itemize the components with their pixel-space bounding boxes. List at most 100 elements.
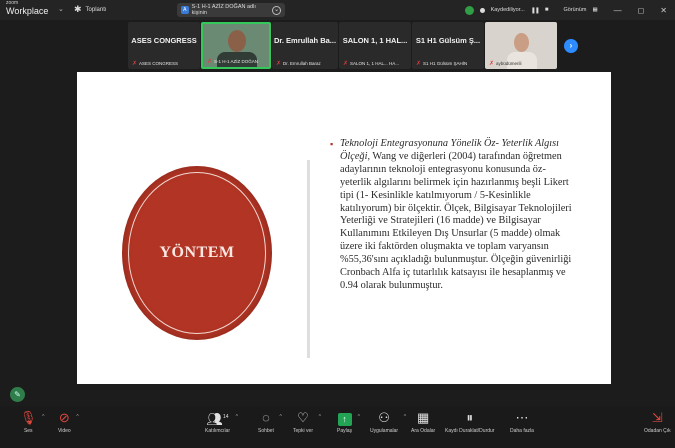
more-label: Daha fazla — [510, 428, 534, 434]
participant-face — [228, 30, 246, 52]
participant-name: S1 H1 Gülsüm ŞAHİN — [423, 61, 468, 66]
scale-description: Wang ve diğerleri (2004) tarafından öğre… — [340, 150, 572, 291]
chevron-up-icon[interactable]: ^ — [280, 414, 282, 420]
participant-name: SALON 1, 1 HAL... HA... — [350, 61, 400, 66]
leave-icon: ⇲ — [651, 410, 663, 425]
chat-label: Sohbet — [258, 428, 274, 434]
presentation-slide: YÖNTEM ▪ Teknoloji Entegrasyonuna Yöneli… — [77, 72, 611, 384]
view-grid-icon[interactable]: ▦ — [592, 7, 597, 13]
participants-button[interactable]: 👥︎14 Katılımcılar ^ — [205, 410, 238, 434]
slide-body: ▪ Teknoloji Entegrasyonuna Yönelik Öz- Y… — [330, 138, 572, 293]
security-shield-icon[interactable] — [464, 5, 474, 15]
bullet-icon: ▪ — [330, 139, 334, 149]
muted-mic-icon: ✗ — [132, 61, 138, 67]
share-label: Paylaş — [337, 428, 353, 434]
participant-display-name: SALON 1, 1 HAL... — [342, 36, 408, 45]
chevron-up-icon[interactable]: ^ — [319, 414, 321, 420]
stop-recording-icon[interactable]: ■ — [545, 7, 549, 13]
participant-tile-active-speaker[interactable]: ✗ S-1 H-1 AZİZ DOĞAN — [201, 22, 271, 69]
share-arrow-icon: ↑ — [337, 413, 352, 426]
more-icon: ⋯ — [515, 410, 529, 425]
muted-mic-icon: ✗ — [416, 61, 422, 67]
video-off-icon: ⊘ — [58, 410, 70, 425]
chat-icon: ◌ — [262, 410, 270, 425]
participant-name: Dr. Emrullah Baraz — [283, 61, 321, 66]
participant-tile[interactable]: ✗ aybüdümerili — [485, 22, 557, 69]
participant-tile[interactable]: Dr. Emrullah Ba... ✗ Dr. Emrullah Baraz — [272, 22, 338, 69]
participant-tile[interactable]: SALON 1, 1 HAL... ✗ SALON 1, 1 HAL... HA.… — [339, 22, 411, 69]
minimize-icon[interactable]: — — [614, 6, 622, 15]
close-icon[interactable]: ✕ — [660, 6, 667, 15]
reactions-button[interactable]: ♡ Tepki ver ^ — [293, 410, 321, 434]
video-button[interactable]: ⊘ Video ^ — [58, 410, 79, 434]
pause-recording-icon[interactable]: ❚❚ — [531, 7, 540, 14]
chevron-up-icon[interactable]: ^ — [358, 414, 360, 420]
apps-button[interactable]: ⚇ Uygulamalar ^ — [370, 410, 406, 434]
reactions-label: Tepki ver — [293, 428, 314, 434]
participant-tile[interactable]: S1 H1 Gülsüm Ş... ✗ S1 H1 Gülsüm ŞAHİN — [412, 22, 484, 69]
maximize-icon[interactable]: ◻ — [638, 6, 645, 15]
participant-face — [514, 33, 529, 52]
breakout-rooms-label: Ara Odalar — [411, 428, 436, 434]
chevron-up-icon[interactable]: ^ — [42, 414, 44, 420]
chevron-up-icon[interactable]: ^ — [236, 414, 238, 420]
record-control-button[interactable]: ⏸︎ Kaydı Duraklat/Durdur — [445, 410, 494, 434]
slide-title-disk: YÖNTEM — [122, 166, 272, 340]
participants-icon: 👥︎14 — [206, 411, 229, 427]
participant-name: S-1 H-1 AZİZ DOĞAN — [214, 59, 259, 64]
apps-icon: ⚇ — [378, 410, 390, 425]
meeting-label: Toplantı — [85, 6, 107, 13]
gallery-next-button[interactable]: › — [564, 39, 578, 53]
logo-big-text: Workplace — [6, 6, 49, 16]
shared-screen-area: YÖNTEM ▪ Teknoloji Entegrasyonuna Yöneli… — [0, 71, 675, 406]
breakout-rooms-button[interactable]: ▦ Ara Odalar — [411, 410, 435, 434]
heart-icon: ♡ — [297, 410, 309, 425]
recording-status: Kaydediliyor... — [490, 7, 525, 13]
participant-name: ASES CONGRESS — [139, 61, 179, 66]
video-label: Video — [58, 428, 71, 434]
slide-heading: YÖNTEM — [159, 244, 235, 261]
participant-tile[interactable]: ASES CONGRESS ✗ ASES CONGRESS — [128, 22, 200, 69]
muted-mic-icon: ✗ — [489, 61, 495, 67]
chevron-up-icon[interactable]: ^ — [404, 414, 406, 420]
meeting-icon: ✱ — [74, 4, 82, 14]
participants-count: 14 — [222, 414, 229, 420]
leave-button[interactable]: ⇲ Odadan Çık — [644, 410, 671, 434]
share-options-icon[interactable]: ⌄ — [272, 5, 281, 15]
audio-label: Ses — [23, 428, 33, 434]
muted-mic-icon: 🎙︎ — [20, 410, 37, 425]
apps-label: Uygulamalar — [370, 428, 399, 434]
participants-label: Katılımcılar — [205, 428, 231, 434]
participant-display-name: S1 H1 Gülsüm Ş... — [415, 36, 481, 45]
meeting-controls: 🎙︎ Ses ^ ⊘ Video ^ 👥︎14 Katılımcılar ^ ◌… — [0, 406, 675, 448]
muted-mic-icon: ✗ — [343, 61, 349, 67]
participant-name: aybüdümerili — [496, 61, 522, 66]
participant-display-name: Dr. Emrullah Ba... — [273, 36, 337, 45]
slide-divider — [307, 160, 310, 358]
leave-label: Odadan Çık — [644, 428, 671, 434]
chevron-up-icon[interactable]: ^ — [76, 414, 78, 420]
title-bar: zoom Workplace ⌄ ✱ Toplantı A S-1 H-1 AZ… — [0, 0, 675, 20]
chevron-down-icon[interactable]: ⌄ — [58, 5, 64, 13]
title-bar-right: Kaydediliyor... ❚❚ ■ Görünüm ▦ — ◻ ✕ — [464, 0, 675, 20]
zoom-window: zoom Workplace ⌄ ✱ Toplantı A S-1 H-1 AZ… — [0, 0, 675, 448]
screen-share-pill[interactable]: A S-1 H-1 AZİZ DOĞAN adlı kişinin ⌄ — [177, 3, 285, 17]
record-control-label: Kaydı Duraklat/Durdur — [445, 428, 495, 434]
recording-dot-icon — [479, 7, 485, 13]
meeting-menu[interactable]: ✱ Toplantı — [74, 4, 107, 15]
share-button[interactable]: ↑ Paylaş ^ — [337, 410, 360, 434]
chat-button[interactable]: ◌ Sohbet ^ — [258, 410, 282, 434]
screen-share-text: S-1 H-1 AZİZ DOĞAN adlı kişinin — [191, 4, 256, 16]
sharer-avatar: A — [181, 6, 189, 14]
annotate-pen-icon[interactable]: ✎ — [10, 387, 25, 402]
pause-stop-record-icon: ⏸︎ — [466, 410, 473, 425]
view-button[interactable]: Görünüm — [564, 7, 587, 13]
muted-mic-icon: ✗ — [276, 61, 282, 67]
participant-display-name: ASES CONGRESS — [131, 36, 197, 45]
zoom-logo: zoom Workplace — [6, 1, 52, 16]
audio-button[interactable]: 🎙︎ Ses ^ — [20, 410, 45, 434]
muted-mic-icon: ✗ — [207, 59, 213, 65]
participant-gallery: ASES CONGRESS ✗ ASES CONGRESS ✗ S-1 H-1 AZ… — [0, 20, 675, 71]
more-button[interactable]: ⋯ Daha fazla — [510, 410, 534, 434]
breakout-rooms-icon: ▦ — [416, 410, 430, 425]
